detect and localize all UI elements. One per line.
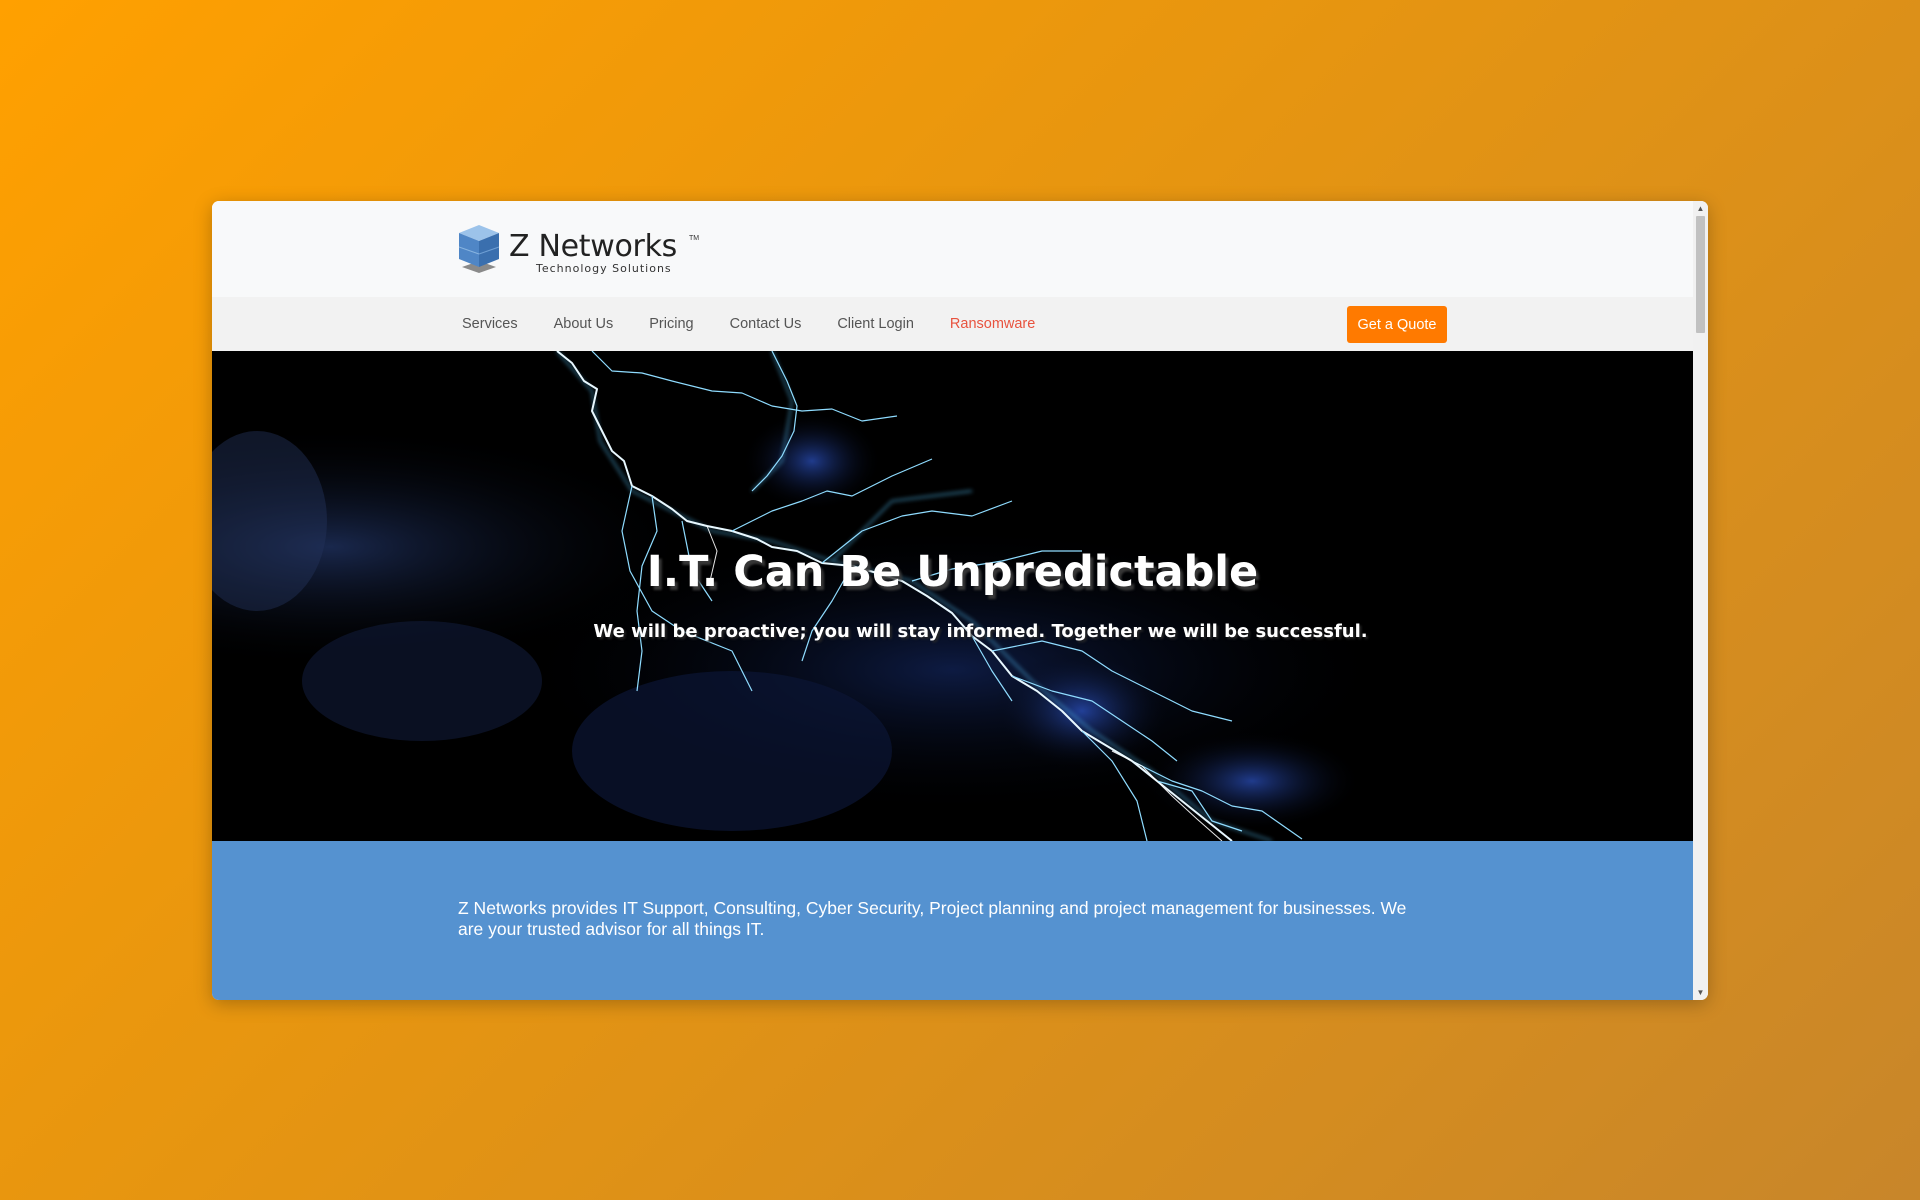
hero-banner: I.T. Can Be Unpredictable We will be pro… — [212, 351, 1693, 841]
nav-item-pricing[interactable]: Pricing — [649, 316, 693, 332]
nav-item-ransomware[interactable]: Ransomware — [950, 316, 1035, 332]
logo-wordmark: Z Networks — [509, 229, 677, 264]
get-a-quote-button[interactable]: Get a Quote — [1347, 306, 1447, 343]
nav-item-client-login[interactable]: Client Login — [837, 316, 914, 332]
nav-item-about-us[interactable]: About Us — [554, 316, 614, 332]
site-logo[interactable]: Z Networks TM Technology Solutions — [456, 223, 700, 279]
web-page: Z Networks TM Technology Solutions Servi… — [212, 201, 1693, 1000]
intro-text: Z Networks provides IT Support, Consulti… — [458, 898, 1407, 939]
browser-window: Z Networks TM Technology Solutions Servi… — [212, 201, 1708, 1000]
main-nav: Services About Us Pricing Contact Us Cli… — [212, 297, 1693, 351]
intro-section: Z Networks provides IT Support, Consulti… — [212, 841, 1693, 1000]
triangle-down-icon[interactable]: ▼ — [1693, 985, 1708, 1000]
blue-cube-icon — [458, 225, 500, 273]
triangle-up-icon[interactable]: ▲ — [1693, 201, 1708, 216]
nav-menu: Services About Us Pricing Contact Us Cli… — [462, 297, 1071, 351]
nav-item-contact-us[interactable]: Contact Us — [730, 316, 802, 332]
vertical-scrollbar[interactable]: ▲ ▼ — [1693, 201, 1708, 1000]
scrollbar-thumb[interactable] — [1696, 216, 1705, 333]
logo-tagline: Technology Solutions — [536, 262, 672, 275]
site-header: Z Networks TM Technology Solutions — [212, 201, 1693, 297]
hero-subtitle: We will be proactive; you will stay info… — [593, 621, 1368, 642]
nav-item-services[interactable]: Services — [462, 316, 518, 332]
trademark-mark: TM — [689, 235, 700, 242]
hero-title: I.T. Can Be Unpredictable — [646, 547, 1259, 597]
